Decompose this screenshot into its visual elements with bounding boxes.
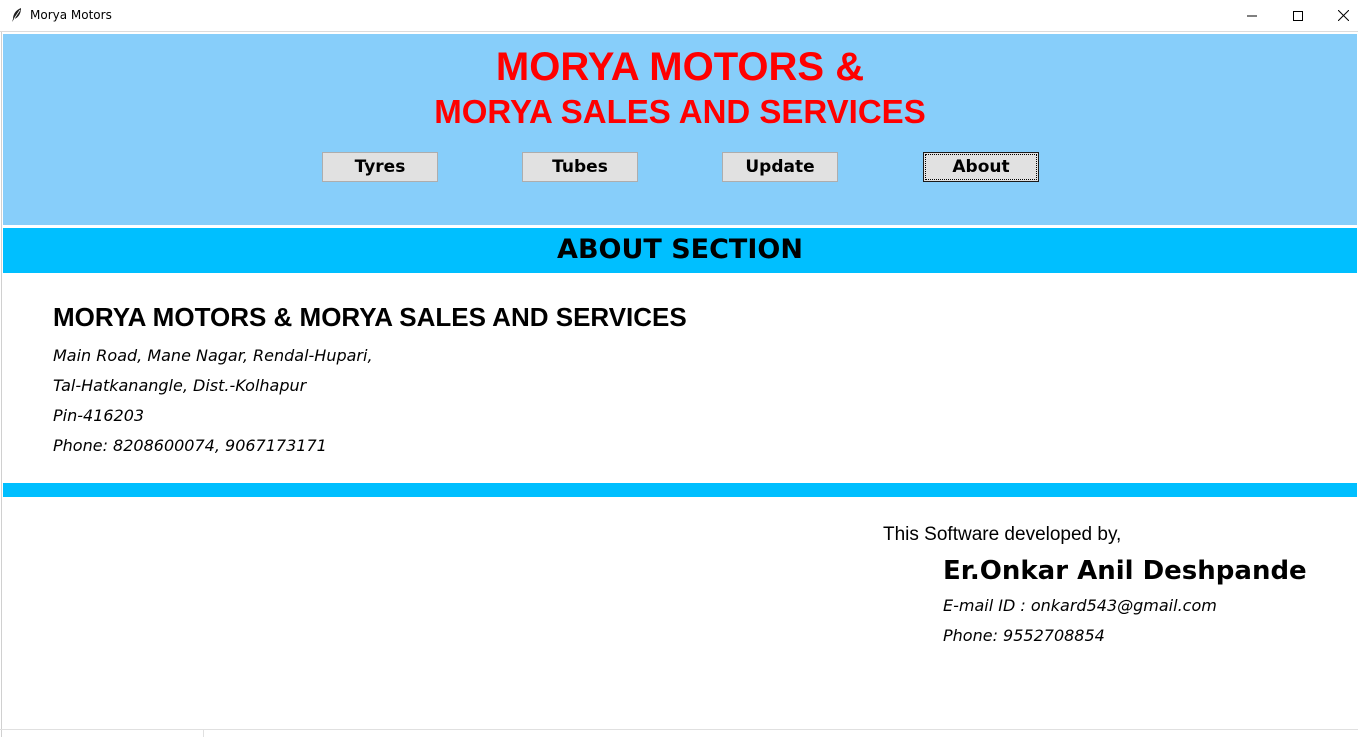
developer-email: E-mail ID : onkard543@gmail.com [943, 596, 1217, 615]
window-title: Morya Motors [30, 8, 112, 22]
maximize-icon [1293, 10, 1303, 21]
close-icon [1337, 10, 1349, 21]
minimize-icon [1247, 11, 1257, 21]
about-section-bar: ABOUT SECTION [3, 228, 1357, 273]
close-button[interactable] [1320, 0, 1358, 31]
window-titlebar: Morya Motors [0, 0, 1358, 32]
address-line2: Tal-Hatkanangle, Dist.-Kolhapur [53, 376, 307, 395]
bottom-separator [203, 729, 204, 737]
pin-code: Pin-416203 [53, 406, 145, 425]
header-title-line2: MORYA SALES AND SERVICES [434, 93, 926, 130]
update-button[interactable]: Update [722, 152, 838, 182]
maximize-button[interactable] [1275, 0, 1321, 31]
developer-intro: This Software developed by, [883, 524, 1122, 545]
section-divider [3, 483, 1357, 497]
section-title: ABOUT SECTION [557, 234, 803, 265]
app-header: MORYA MOTORS & MORYA SALES AND SERVICES … [3, 34, 1357, 225]
tubes-button[interactable]: Tubes [522, 152, 638, 182]
tyres-button[interactable]: Tyres [322, 152, 438, 182]
developer-name: Er.Onkar Anil Deshpande [943, 556, 1307, 586]
developer-phone: Phone: 9552708854 [943, 626, 1105, 645]
company-phone: Phone: 8208600074, 9067173171 [53, 436, 327, 455]
feather-icon [10, 7, 24, 23]
company-name: MORYA MOTORS & MORYA SALES AND SERVICES [53, 302, 687, 332]
minimize-button[interactable] [1229, 0, 1275, 31]
address-line1: Main Road, Mane Nagar, Rendal-Hupari, [53, 346, 373, 365]
header-title-line1: MORYA MOTORS & [495, 45, 865, 89]
about-button[interactable]: About [923, 152, 1039, 182]
